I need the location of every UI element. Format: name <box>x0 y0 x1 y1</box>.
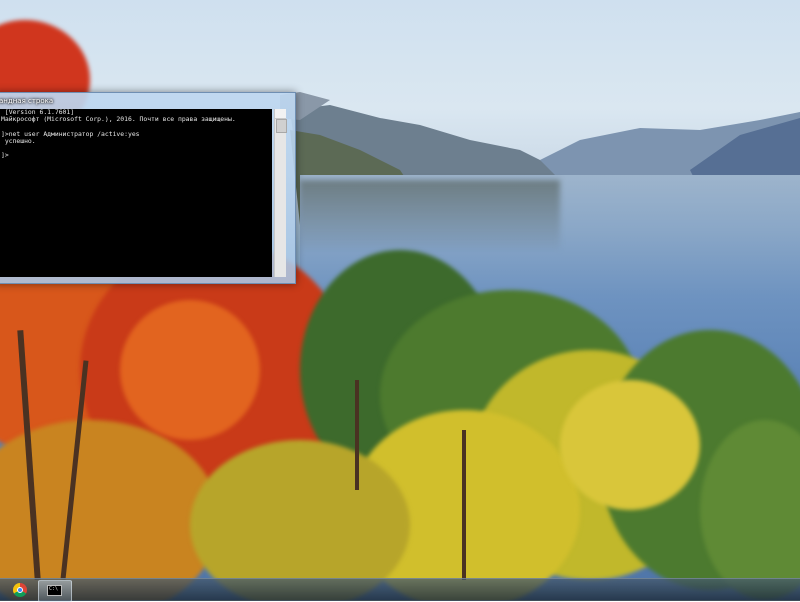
taskbar-item-chrome[interactable] <box>2 580 36 600</box>
desktop-wallpaper <box>0 0 800 600</box>
forest <box>190 440 410 600</box>
cmd-icon-glyph: C:\ <box>49 586 59 592</box>
window-titlebar[interactable]: андная строка <box>0 93 295 109</box>
chrome-icon <box>13 583 27 597</box>
forest <box>120 300 260 440</box>
vertical-scrollbar[interactable] <box>274 109 287 277</box>
tree-trunk <box>462 430 466 580</box>
taskbar: C:\ <box>0 578 800 602</box>
command-prompt-window[interactable]: андная строка [Version 6.1.7601] Майкрос… <box>0 92 296 284</box>
console-output[interactable]: [Version 6.1.7601] Майкрософт (Microsoft… <box>0 109 272 277</box>
tree-trunk <box>355 380 359 490</box>
console-line: Майкрософт (Microsoft Corp.), 2016. Почт… <box>1 115 236 124</box>
lake-reflection <box>300 180 560 250</box>
scroll-up-button[interactable] <box>275 109 286 119</box>
taskbar-item-cmd[interactable]: C:\ <box>38 580 72 602</box>
console-line: ]>net user Администратор /active:yes <box>1 129 140 138</box>
forest <box>560 380 700 510</box>
resize-grip[interactable] <box>279 277 287 282</box>
console-line: успешно. <box>1 136 36 145</box>
window-title: андная строка <box>0 97 54 105</box>
cmd-icon: C:\ <box>47 585 62 596</box>
chrome-icon-center <box>17 587 23 593</box>
scroll-thumb[interactable] <box>276 119 287 133</box>
console-line: ]> <box>1 151 9 160</box>
